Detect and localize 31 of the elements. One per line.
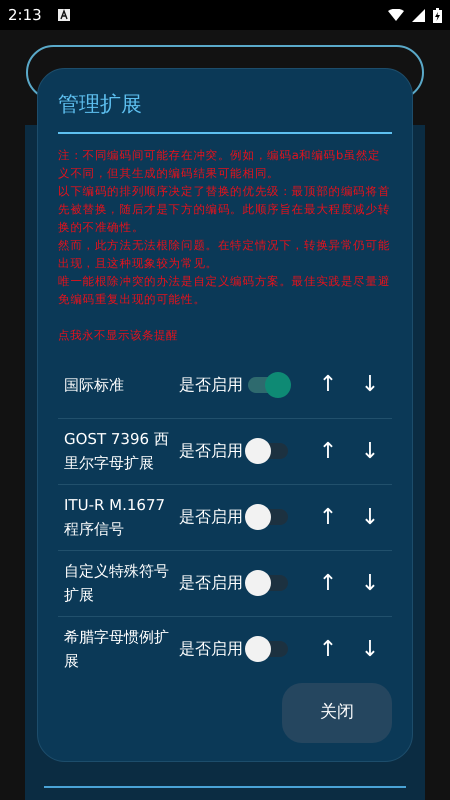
extension-name: 希腊字母惯例扩展 — [64, 627, 170, 672]
move-down-button[interactable]: ↓ — [359, 434, 381, 468]
move-down-button[interactable]: ↓ — [359, 500, 381, 534]
enable-label: 是否启用 — [179, 374, 243, 396]
move-up-button[interactable]: ↑ — [317, 632, 339, 666]
extension-name: 自定义特殊符号扩展 — [64, 561, 170, 606]
enable-label: 是否启用 — [179, 506, 243, 528]
move-up-button[interactable]: ↑ — [317, 566, 339, 600]
move-down-button[interactable]: ↓ — [359, 566, 381, 600]
extension-name: ITU-R M.1677 程序信号 — [64, 495, 166, 540]
warning-note: 以下编码的排列顺序决定了替换的优先级：最顶部的编码将首先被替换，随后才是下方的编码。此顺序旨在最大程度减少转换的不准确性。 — [58, 182, 392, 236]
enable-label: 是否启用 — [179, 572, 243, 594]
close-button[interactable]: 关闭 — [282, 683, 392, 743]
warning-note: 注：不同编码间可能存在冲突。例如，编码a和编码b虽然定义不同，但其生成的编码结果可能相同。 — [58, 146, 382, 182]
move-up-button[interactable]: ↑ — [317, 368, 339, 401]
wifi-icon — [388, 9, 404, 21]
enable-label: 是否启用 — [179, 440, 243, 462]
keyboard-icon — [58, 9, 70, 21]
move-down-button[interactable]: ↓ — [359, 632, 381, 666]
warning-note: 唯一能根除冲突的办法是自定义编码方案。最佳实践是尽量避免编码重复出现的可能性。 — [58, 272, 392, 308]
move-up-button[interactable]: ↑ — [317, 434, 339, 468]
enable-label: 是否启用 — [179, 638, 243, 660]
warning-note: 然而，此方法无法根除问题。在特定情况下，转换异常仍可能出现，且这种现象较为常见。 — [58, 236, 392, 272]
signal-icon — [412, 8, 425, 22]
dialog-title: 管理扩展 — [58, 91, 143, 118]
extension-name: GOST 7396 西里尔字母扩展 — [64, 429, 170, 474]
battery-icon — [433, 8, 442, 22]
move-down-button[interactable]: ↓ — [359, 368, 381, 401]
move-up-button[interactable]: ↑ — [317, 500, 339, 534]
extension-name: 国际标准 — [64, 374, 125, 396]
status-time: 2:13 — [8, 4, 42, 26]
